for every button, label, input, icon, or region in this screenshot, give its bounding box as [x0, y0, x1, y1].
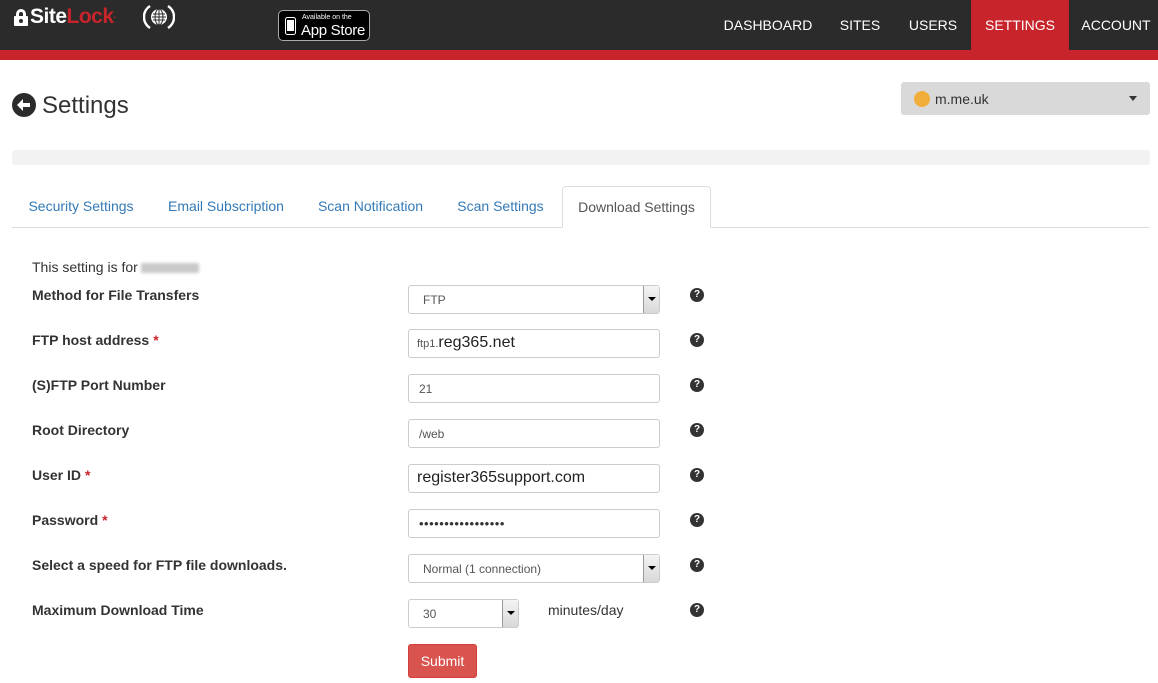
logo-mark: .	[113, 10, 117, 20]
tab-scan-notification[interactable]: Scan Notification	[305, 186, 436, 227]
host-domain: reg365.net	[438, 334, 515, 351]
submit-button[interactable]: Submit	[408, 644, 477, 678]
nav-dashboard[interactable]: DASHBOARD	[712, 0, 824, 50]
speed-label: Select a speed for FTP file downloads.	[32, 557, 287, 573]
logo-lock-text: Lock	[66, 5, 115, 28]
max-time-label: Maximum Download Time	[32, 602, 204, 618]
port-input-value: 21	[419, 382, 433, 396]
nav-sites[interactable]: SITES	[826, 0, 894, 50]
method-select[interactable]: FTP	[408, 285, 660, 314]
user-id-label-text: User ID	[32, 467, 82, 483]
setting-intro-text: This setting is for	[32, 259, 138, 275]
help-icon[interactable]: ?	[690, 378, 704, 392]
method-select-value: FTP	[423, 293, 446, 307]
help-icon[interactable]: ?	[690, 513, 704, 527]
max-time-value: 30	[423, 607, 437, 621]
redacted-domain	[140, 263, 199, 274]
method-select-button[interactable]	[643, 286, 659, 313]
progress-track	[12, 150, 1150, 165]
chevron-down-icon	[648, 566, 656, 570]
password-input[interactable]: •••••••••••••••••	[408, 509, 660, 538]
top-nav-bar: Site Lock. Available on the App Store DAS…	[0, 0, 1158, 50]
back-arrow-icon[interactable]	[12, 93, 36, 117]
domain-status-dot	[914, 91, 930, 107]
tab-scan-settings[interactable]: Scan Settings	[444, 186, 557, 227]
required-mark: *	[102, 512, 108, 528]
speed-select[interactable]: Normal (1 connection)	[408, 554, 660, 583]
domain-selector[interactable]: m.me.uk	[901, 82, 1150, 115]
max-time-units: minutes/day	[548, 602, 624, 618]
user-id-label: User ID *	[32, 467, 90, 483]
page-title: Settings	[42, 92, 129, 119]
max-time-select[interactable]: 30	[408, 599, 519, 628]
accent-stripe	[0, 50, 1158, 60]
speed-select-button[interactable]	[643, 555, 659, 582]
user-id-value: register365support.com	[417, 469, 586, 486]
host-label-text: FTP host address	[32, 332, 150, 348]
tab-download-settings[interactable]: Download Settings	[562, 186, 711, 228]
root-directory-value: /web	[419, 427, 445, 441]
password-label-text: Password	[32, 512, 99, 528]
required-mark: *	[153, 332, 159, 348]
host-input-value: ftp1.reg365.net	[417, 334, 515, 352]
root-directory-input[interactable]: /web	[408, 419, 660, 448]
password-value: •••••••••••••••••	[419, 516, 505, 531]
nav-account[interactable]: ACCOUNT	[1071, 0, 1158, 50]
setting-intro: This setting is for	[32, 259, 199, 275]
host-input[interactable]: ftp1.reg365.net	[408, 329, 660, 358]
help-icon[interactable]: ?	[690, 423, 704, 437]
root-directory-label: Root Directory	[32, 422, 130, 438]
sitelock-logo[interactable]: Site Lock.	[14, 5, 117, 28]
chevron-down-icon	[507, 611, 515, 615]
method-label: Method for File Transfers	[32, 287, 200, 303]
host-label: FTP host address *	[32, 332, 159, 348]
help-icon[interactable]: ?	[690, 468, 704, 482]
chevron-down-icon	[648, 297, 656, 301]
nav-settings[interactable]: SETTINGS	[971, 0, 1069, 50]
port-input[interactable]: 21	[408, 374, 660, 403]
app-store-big-text: App Store	[301, 22, 366, 39]
user-id-input[interactable]: register365support.com	[408, 464, 660, 493]
host-prefix: ftp1.	[417, 338, 439, 350]
globe-icon[interactable]	[143, 3, 175, 31]
port-label: (S)FTP Port Number	[32, 377, 166, 393]
nav-users[interactable]: USERS	[896, 0, 970, 50]
help-icon[interactable]: ?	[690, 333, 704, 347]
tab-email-subscription[interactable]: Email Subscription	[156, 186, 296, 227]
password-label: Password *	[32, 512, 108, 528]
required-mark: *	[85, 467, 91, 483]
help-icon[interactable]: ?	[690, 288, 704, 302]
speed-select-value: Normal (1 connection)	[423, 562, 542, 576]
tab-security-settings[interactable]: Security Settings	[14, 186, 148, 227]
app-store-badge[interactable]: Available on the App Store	[278, 10, 370, 41]
apple-icon	[285, 17, 296, 35]
app-store-small-text: Available on the	[302, 14, 352, 21]
lock-icon	[14, 9, 28, 26]
chevron-down-icon	[1129, 96, 1137, 101]
logo-site-text: Site	[30, 5, 67, 28]
max-time-button[interactable]	[502, 600, 518, 627]
help-icon[interactable]: ?	[690, 603, 704, 617]
domain-selector-value: m.me.uk	[935, 91, 989, 107]
help-icon[interactable]: ?	[690, 558, 704, 572]
